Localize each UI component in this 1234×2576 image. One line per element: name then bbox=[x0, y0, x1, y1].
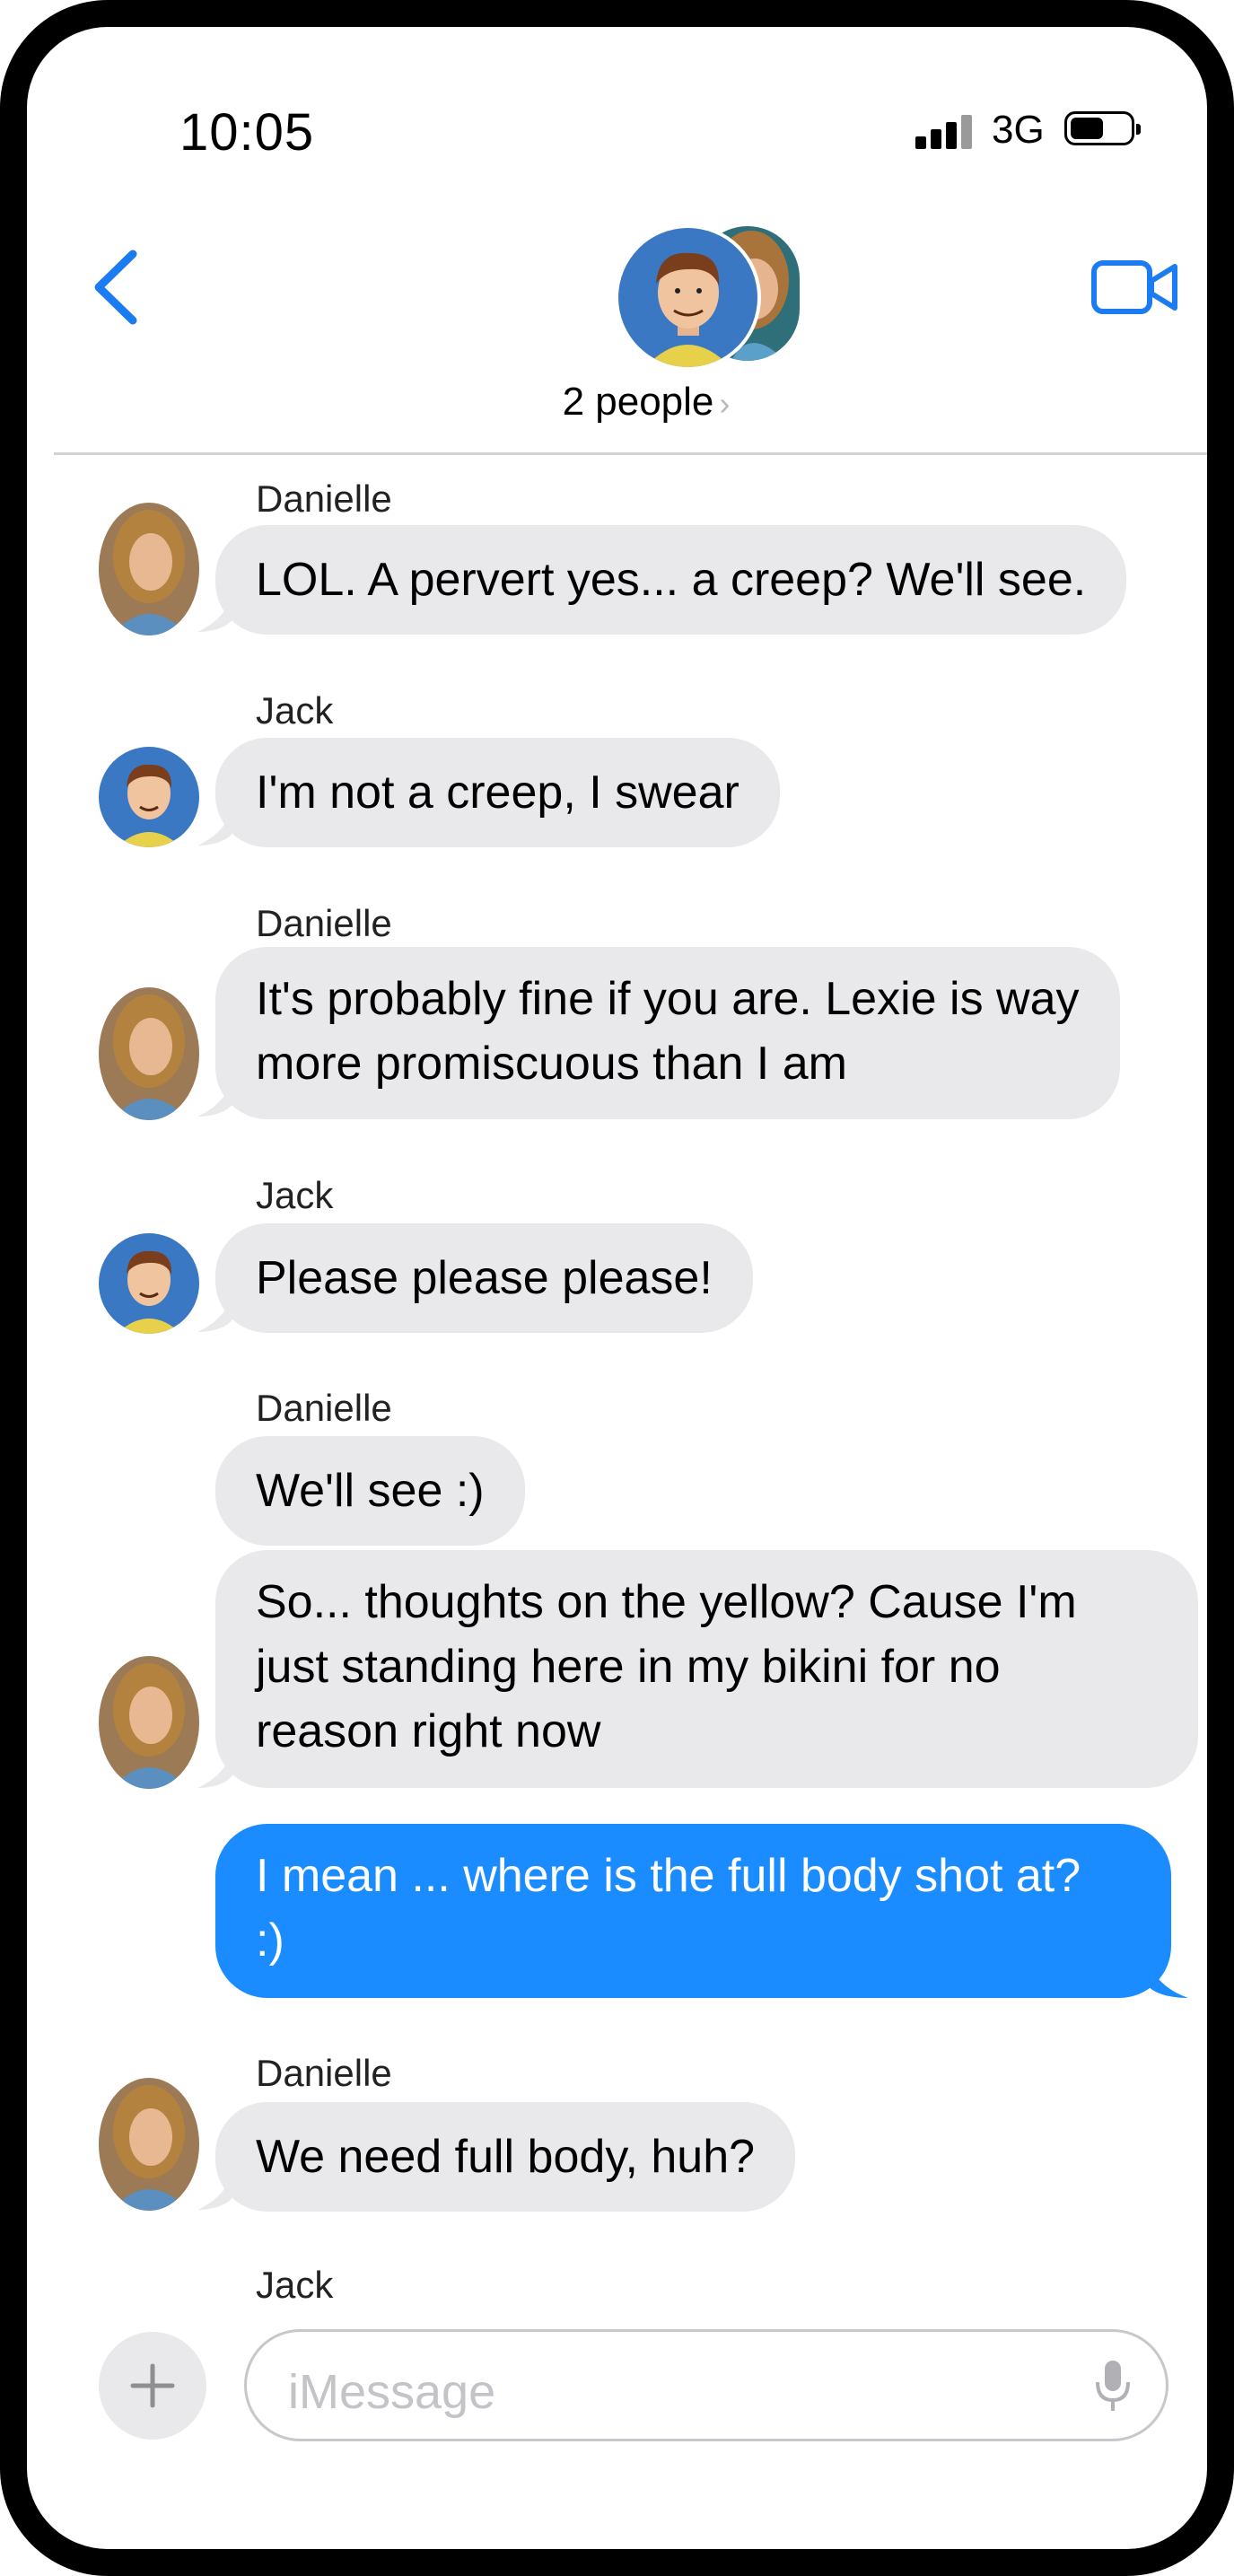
sender-name: Danielle bbox=[256, 1387, 392, 1429]
message-text: Please please please! bbox=[256, 1252, 713, 1304]
danielle-avatar bbox=[99, 987, 199, 1120]
group-avatar-jack[interactable] bbox=[615, 224, 761, 371]
message-text-line: just standing here in my bikini for no bbox=[256, 1641, 1001, 1693]
sender-name: Jack bbox=[256, 689, 334, 732]
message-bubble[interactable]: Please please please! bbox=[215, 1223, 753, 1333]
imessage-input[interactable]: iMessage bbox=[244, 2329, 1168, 2441]
message-bubble[interactable]: We'll see :) bbox=[215, 1436, 525, 1546]
sender-name: Danielle bbox=[256, 478, 392, 520]
message-bubble[interactable]: LOL. A pervert yes... a creep? We'll see… bbox=[215, 525, 1127, 635]
add-attachment-button[interactable] bbox=[99, 2332, 206, 2440]
danielle-avatar bbox=[99, 1656, 199, 1789]
video-camera-icon[interactable] bbox=[1090, 256, 1180, 319]
message-text-line: I mean ... where is the full body shot a… bbox=[256, 1850, 1081, 1902]
microphone-icon[interactable] bbox=[1090, 2359, 1135, 2414]
danielle-avatar bbox=[99, 503, 199, 635]
network-type: 3G bbox=[992, 108, 1045, 152]
battery-icon bbox=[1064, 111, 1141, 145]
danielle-avatar bbox=[99, 2078, 199, 2211]
message-bubble[interactable]: We need full body, huh? bbox=[215, 2102, 796, 2212]
message-text: We need full body, huh? bbox=[256, 2131, 756, 2183]
input-placeholder: iMessage bbox=[288, 2365, 496, 2419]
message-text: We'll see :) bbox=[256, 1465, 485, 1517]
jack-avatar bbox=[99, 747, 199, 847]
status-time: 10:05 bbox=[179, 103, 315, 162]
outgoing-message-bubble[interactable]: I mean ... where is the full body shot a… bbox=[215, 1824, 1171, 1998]
sender-name: Jack bbox=[256, 1174, 334, 1216]
message-text-line: It's probably fine if you are. Lexie is … bbox=[256, 973, 1080, 1025]
header-divider bbox=[54, 452, 1207, 455]
message-bubble[interactable]: I'm not a creep, I swear bbox=[215, 738, 780, 847]
people-count: 2 people bbox=[562, 380, 714, 424]
phone-frame: 10:05 3G 2 people › Danielle LOL. A perv… bbox=[0, 0, 1234, 2576]
jack-avatar bbox=[99, 1233, 199, 1334]
plus-icon bbox=[130, 2363, 175, 2408]
message-text: LOL. A pervert yes... a creep? We'll see… bbox=[256, 554, 1087, 606]
sender-name: Danielle bbox=[256, 2052, 392, 2094]
message-text-line: reason right now bbox=[256, 1705, 601, 1757]
chevron-left-icon[interactable] bbox=[90, 247, 153, 328]
sender-name: Danielle bbox=[256, 902, 392, 944]
message-text: I'm not a creep, I swear bbox=[256, 767, 740, 819]
message-bubble[interactable]: It's probably fine if you are. Lexie is … bbox=[215, 947, 1120, 1119]
chevron-right-icon: › bbox=[719, 385, 731, 422]
message-text-line: So... thoughts on the yellow? Cause I'm bbox=[256, 1576, 1077, 1628]
group-people-link[interactable]: 2 people › bbox=[529, 380, 763, 425]
message-bubble[interactable]: So... thoughts on the yellow? Cause I'm … bbox=[215, 1550, 1198, 1788]
message-text-line: :) bbox=[256, 1914, 284, 1967]
sender-name: Jack bbox=[256, 2264, 334, 2306]
message-text-line: more promiscuous than I am bbox=[256, 1038, 847, 1090]
